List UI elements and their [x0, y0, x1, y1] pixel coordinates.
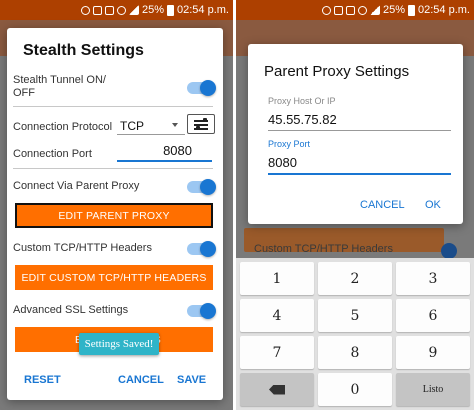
advanced-ssl-label: Advanced SSL Settings — [13, 304, 129, 316]
left-screen: 25% 02:54 p.m. Stealth Settings Stealth … — [0, 0, 233, 410]
parent-proxy-dialog: Parent Proxy Settings Proxy Host Or IP 4… — [248, 44, 463, 224]
dialog-title: Parent Proxy Settings — [264, 63, 410, 80]
status-time: 02:54 p.m. — [418, 4, 470, 16]
backspace-key[interactable] — [240, 373, 314, 406]
signal-icon — [369, 5, 380, 15]
battery-icon — [167, 4, 175, 16]
status-time: 02:54 p.m. — [177, 4, 229, 16]
parent-proxy-label: Connect Via Parent Proxy — [13, 180, 140, 192]
toggle-knob — [200, 80, 216, 96]
key-9[interactable]: 9 — [396, 336, 470, 369]
divider — [13, 106, 213, 107]
edit-parent-proxy-button[interactable]: EDIT PARENT PROXY — [15, 203, 213, 228]
dimmed-toggle — [441, 243, 457, 259]
toggle-knob — [200, 303, 216, 319]
reset-button[interactable]: RESET — [24, 374, 61, 386]
status-bar: 25% 02:54 p.m. — [236, 0, 474, 20]
dimmed-headers-label: Custom TCP/HTTP Headers — [254, 243, 393, 255]
key-5[interactable]: 5 — [318, 299, 392, 332]
phone-icon — [333, 5, 343, 15]
battery-icon — [408, 4, 416, 16]
signal-icon — [128, 5, 139, 15]
alarm-icon — [357, 5, 367, 15]
headphones-icon — [80, 5, 90, 15]
divider — [13, 168, 213, 169]
stealth-tunnel-label: Stealth Tunnel ON/ OFF — [13, 74, 106, 99]
save-button[interactable]: SAVE — [177, 374, 206, 386]
connection-protocol-label: Connection Protocol — [13, 121, 113, 133]
ok-button[interactable]: OK — [425, 199, 441, 211]
host-underline — [268, 130, 451, 131]
proxy-host-input[interactable]: 45.55.75.82 — [268, 112, 337, 127]
key-4[interactable]: 4 — [240, 299, 314, 332]
numeric-keypad: 1 2 3 4 5 6 7 8 9 0 Listo — [236, 258, 474, 410]
custom-headers-toggle[interactable] — [187, 241, 216, 257]
port-underline — [268, 173, 451, 175]
advanced-ssl-toggle[interactable] — [187, 303, 216, 319]
toggle-knob — [200, 179, 216, 195]
battery-percent: 25% — [382, 4, 406, 16]
dialog-title: Stealth Settings — [23, 42, 144, 59]
image-icon — [104, 5, 114, 15]
alarm-icon — [116, 5, 126, 15]
port-underline — [117, 160, 212, 162]
protocol-select[interactable]: TCP — [120, 119, 144, 133]
backspace-icon — [269, 384, 285, 395]
protocol-underline — [117, 134, 185, 135]
battery-percent: 25% — [141, 4, 165, 16]
connection-port-label: Connection Port — [13, 148, 92, 160]
settings-saved-toast: Settings Saved! — [79, 333, 159, 355]
key-3[interactable]: 3 — [396, 262, 470, 295]
key-8[interactable]: 8 — [318, 336, 392, 369]
toggle-knob — [200, 241, 216, 257]
parent-proxy-toggle[interactable] — [187, 179, 216, 195]
custom-headers-label: Custom TCP/HTTP Headers — [13, 242, 152, 254]
connection-port-input[interactable]: 8080 — [119, 143, 212, 158]
protocol-settings-button[interactable] — [187, 114, 215, 134]
edit-custom-headers-button[interactable]: EDIT CUSTOM TCP/HTTP HEADERS — [15, 265, 213, 290]
stealth-settings-dialog: Stealth Settings Stealth Tunnel ON/ OFF … — [7, 28, 223, 400]
key-1[interactable]: 1 — [240, 262, 314, 295]
proxy-port-label: Proxy Port — [268, 139, 311, 149]
proxy-port-input[interactable]: 8080 — [268, 155, 297, 170]
headphones-icon — [321, 5, 331, 15]
slider-dot — [203, 118, 207, 122]
chevron-down-icon[interactable] — [172, 123, 178, 127]
key-6[interactable]: 6 — [396, 299, 470, 332]
cancel-button[interactable]: CANCEL — [360, 199, 405, 211]
image-icon — [345, 5, 355, 15]
proxy-host-label: Proxy Host Or IP — [268, 96, 336, 106]
right-screen: 25% 02:54 p.m. Custom TCP/HTTP Headers P… — [236, 0, 474, 410]
cancel-button[interactable]: CANCEL — [118, 374, 164, 386]
key-7[interactable]: 7 — [240, 336, 314, 369]
phone-icon — [92, 5, 102, 15]
status-bar: 25% 02:54 p.m. — [0, 0, 233, 20]
slider-dot — [196, 126, 200, 130]
stealth-tunnel-toggle[interactable] — [187, 80, 216, 96]
key-0[interactable]: 0 — [318, 373, 392, 406]
done-key[interactable]: Listo — [396, 373, 470, 406]
key-2[interactable]: 2 — [318, 262, 392, 295]
